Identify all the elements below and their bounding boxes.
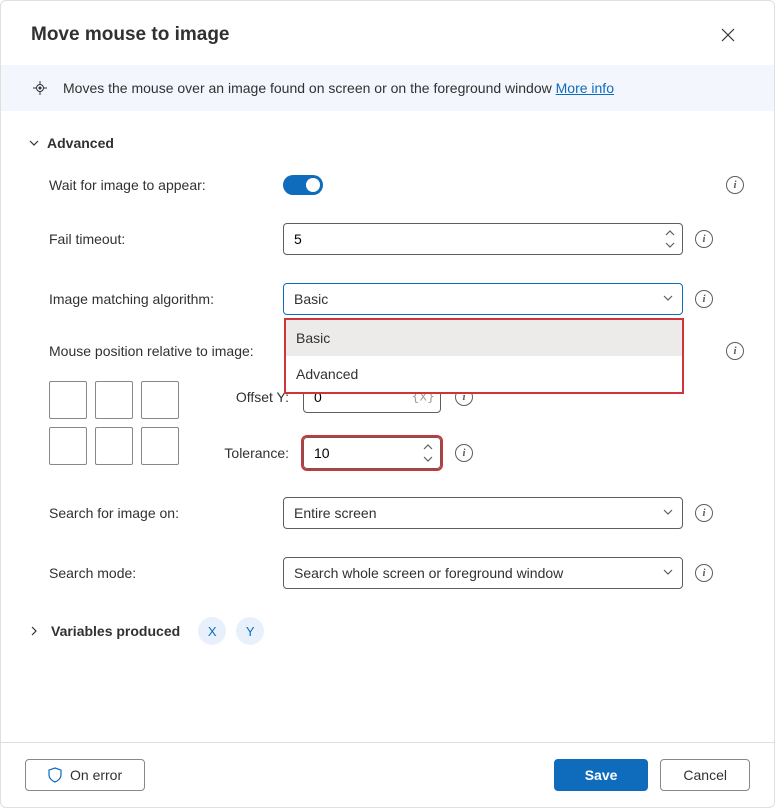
- chevron-down-icon: [662, 505, 674, 521]
- dialog: Move mouse to image Moves the mouse over…: [0, 0, 775, 808]
- on-error-label: On error: [70, 767, 122, 783]
- fail-timeout-row: Fail timeout: i: [31, 223, 744, 255]
- dialog-footer: On error Save Cancel: [1, 742, 774, 807]
- chevron-down-icon: [662, 291, 674, 307]
- grid-cell[interactable]: [95, 427, 133, 465]
- info-icon[interactable]: i: [455, 444, 473, 462]
- grid-cell[interactable]: [141, 427, 179, 465]
- info-icon[interactable]: i: [695, 290, 713, 308]
- spin-down[interactable]: [419, 453, 437, 465]
- algorithm-row: Image matching algorithm: Basic Basic Ad…: [31, 283, 744, 315]
- dialog-body: Advanced Wait for image to appear: i Fai…: [1, 111, 774, 742]
- advanced-section-toggle[interactable]: Advanced: [27, 135, 744, 151]
- algorithm-label: Image matching algorithm:: [31, 291, 283, 307]
- variable-x-badge[interactable]: X: [198, 617, 226, 645]
- variable-y-badge[interactable]: Y: [236, 617, 264, 645]
- algorithm-dropdown: Basic Advanced: [284, 318, 684, 394]
- search-on-row: Search for image on: Entire screen i: [31, 497, 744, 529]
- grid-cell[interactable]: [141, 381, 179, 419]
- dropdown-option-basic[interactable]: Basic: [286, 320, 682, 356]
- chevron-down-icon: [27, 136, 41, 150]
- search-mode-row: Search mode: Search whole screen or fore…: [31, 557, 744, 589]
- chevron-right-icon: [27, 624, 41, 638]
- grid-cell[interactable]: [49, 427, 87, 465]
- mouse-pos-label: Mouse position relative to image:: [31, 343, 283, 359]
- search-mode-label: Search mode:: [31, 565, 283, 581]
- spin-down[interactable]: [661, 239, 679, 251]
- shield-icon: [48, 767, 62, 783]
- chevron-down-icon: [662, 565, 674, 581]
- dropdown-option-advanced[interactable]: Advanced: [286, 356, 682, 392]
- algorithm-value: Basic: [294, 291, 328, 307]
- position-grid: [49, 381, 179, 465]
- on-error-button[interactable]: On error: [25, 759, 145, 791]
- fail-timeout-input[interactable]: [283, 223, 683, 255]
- info-icon[interactable]: i: [695, 504, 713, 522]
- more-info-link[interactable]: More info: [556, 80, 614, 96]
- spin-up[interactable]: [419, 441, 437, 453]
- cancel-button[interactable]: Cancel: [660, 759, 750, 791]
- save-button[interactable]: Save: [554, 759, 649, 791]
- variables-produced-toggle[interactable]: Variables produced X Y: [27, 617, 744, 645]
- grid-cell[interactable]: [49, 381, 87, 419]
- close-icon: [721, 28, 735, 42]
- tolerance-label: Tolerance:: [219, 445, 289, 461]
- advanced-label: Advanced: [47, 135, 114, 151]
- variables-produced-label: Variables produced: [51, 623, 180, 639]
- dialog-header: Move mouse to image: [1, 1, 774, 65]
- wait-label: Wait for image to appear:: [31, 177, 283, 193]
- spin-up[interactable]: [661, 227, 679, 239]
- close-button[interactable]: [712, 19, 744, 51]
- search-mode-value: Search whole screen or foreground window: [294, 565, 563, 581]
- info-icon[interactable]: i: [695, 230, 713, 248]
- dialog-title: Move mouse to image: [31, 24, 230, 46]
- tolerance-row: Tolerance: i: [219, 437, 744, 469]
- info-icon[interactable]: i: [726, 176, 744, 194]
- offset-y-label: Offset Y:: [219, 389, 289, 405]
- wait-toggle[interactable]: [283, 175, 323, 195]
- grid-cell[interactable]: [95, 381, 133, 419]
- search-on-label: Search for image on:: [31, 505, 283, 521]
- search-mode-select[interactable]: Search whole screen or foreground window: [283, 557, 683, 589]
- banner-text-wrap: Moves the mouse over an image found on s…: [63, 80, 614, 96]
- wait-row: Wait for image to appear: i: [31, 175, 744, 195]
- fail-timeout-label: Fail timeout:: [31, 231, 283, 247]
- search-on-select[interactable]: Entire screen: [283, 497, 683, 529]
- info-icon[interactable]: i: [726, 342, 744, 360]
- info-icon[interactable]: i: [695, 564, 713, 582]
- algorithm-select[interactable]: Basic Basic Advanced: [283, 283, 683, 315]
- search-on-value: Entire screen: [294, 505, 376, 521]
- mouse-action-icon: [31, 79, 49, 97]
- info-banner: Moves the mouse over an image found on s…: [1, 65, 774, 111]
- banner-text: Moves the mouse over an image found on s…: [63, 80, 556, 96]
